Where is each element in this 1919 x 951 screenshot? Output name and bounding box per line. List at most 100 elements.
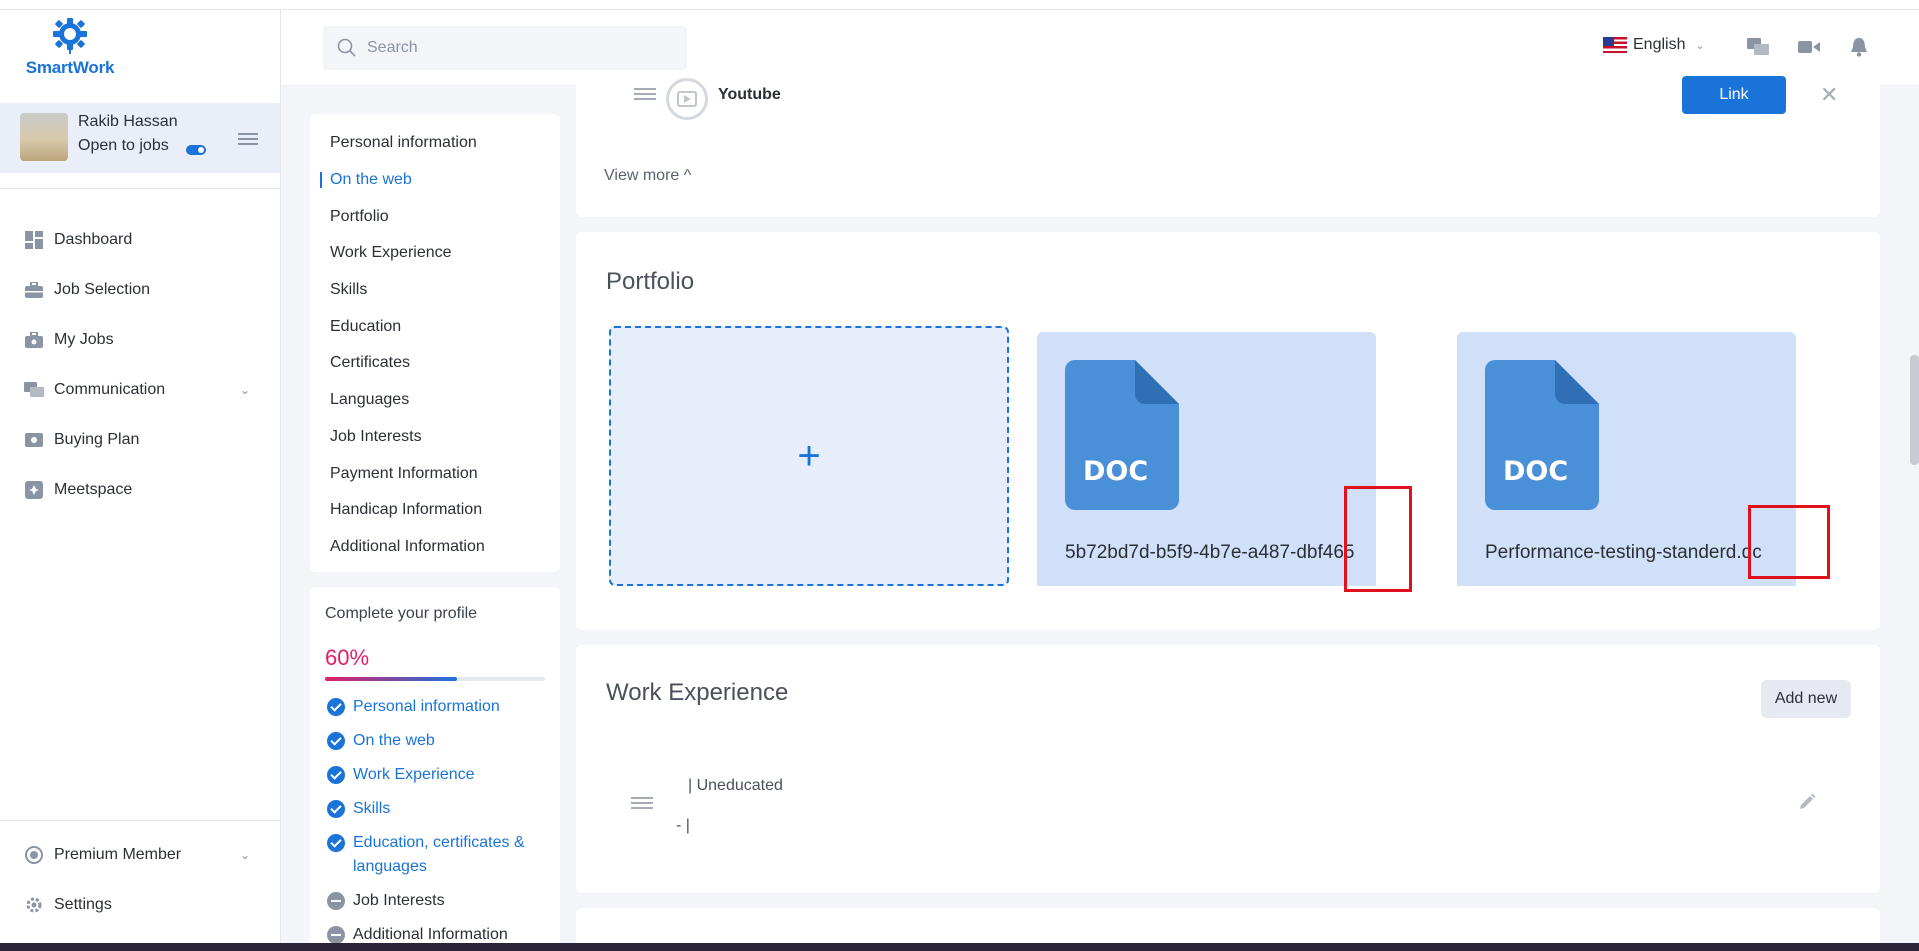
drag-handle-icon[interactable] [631,797,653,811]
avatar[interactable] [20,113,68,161]
sidebar-item-label: Dashboard [54,231,133,248]
sidebar-item-job-selection[interactable]: Job Selection [0,265,280,315]
user-name: Rakib Hassan [78,113,178,130]
section-link-handicap-information[interactable]: Handicap Information [310,492,560,529]
language-label: English [1633,36,1686,53]
completion-item-label: Personal information [353,698,500,715]
completion-item-label: Skills [353,800,391,817]
profile-completion-card: Complete your profile 60% Personal infor… [310,587,560,951]
section-link-additional-information[interactable]: Additional Information [310,529,560,566]
language-selector[interactable]: English ⌄ [1603,36,1705,54]
portfolio-file-name: Performance-testing-standerd.dc [1485,542,1762,563]
section-link-job-interests[interactable]: Job Interests [310,419,560,456]
briefcase-icon [24,281,44,299]
section-link-personal-information[interactable]: Personal information [310,125,560,162]
bell-icon[interactable] [1847,36,1871,58]
sidebar-item-label: Communication [54,381,166,398]
check-circle-icon [327,834,345,852]
profile-progress-fill [325,677,457,681]
top-border [0,0,1919,10]
top-header: English ⌄ [281,10,1919,86]
divider [0,820,280,821]
doc-type-label: DOC [1083,456,1148,487]
chevron-down-icon[interactable]: ⌄ [240,383,250,397]
plus-icon: + [797,433,821,478]
profile-progress-bar [325,677,545,681]
completion-item-skills[interactable]: Skills [325,797,545,821]
link-button[interactable]: Link [1682,76,1786,114]
check-circle-icon [327,766,345,784]
add-portfolio-tile[interactable]: + [609,326,1009,586]
close-icon[interactable]: ✕ [1820,82,1838,108]
completion-item-personal-information[interactable]: Personal information [325,695,545,719]
drag-handle-icon[interactable] [634,88,656,102]
completion-item-on-the-web[interactable]: On the web [325,729,545,753]
search-box[interactable] [323,26,687,70]
sidebar-item-label: My Jobs [54,331,114,348]
search-input[interactable] [367,39,667,57]
add-new-button[interactable]: Add new [1761,680,1851,718]
page-scrollbar[interactable] [1910,355,1919,465]
section-link-education[interactable]: Education [310,308,560,345]
completion-item-label: On the web [353,732,435,749]
section-link-portfolio[interactable]: Portfolio [310,198,560,235]
sidebar-item-label: Job Selection [54,281,151,298]
section-link-on-the-web[interactable]: On the web [310,162,560,199]
taskbar-strip [0,943,1919,951]
menu-icon[interactable] [238,133,258,145]
pencil-edit-icon[interactable] [1798,793,1816,816]
highlight-box [1748,505,1830,579]
gear-icon [24,896,44,914]
us-flag-icon [1603,37,1627,53]
section-link-work-experience[interactable]: Work Experience [310,235,560,272]
logo-text: SmartWork [25,58,115,77]
on-the-web-panel: Youtube Link ✕ View more ^ [576,76,1880,217]
completion-item-job-interests[interactable]: Job Interests [325,889,545,913]
sidebar-item-label: Meetspace [54,481,133,498]
sidebar-item-buying-plan[interactable]: Buying Plan [0,415,280,465]
meetspace-icon [24,481,44,499]
work-experience-title: Work Experience [606,679,789,706]
completion-item-work-experience[interactable]: Work Experience [325,763,545,787]
chevron-down-icon[interactable]: ⌄ [240,848,250,862]
sidebar-item-label: Settings [54,896,112,913]
sidebar-item-meetspace[interactable]: Meetspace [0,465,280,515]
sidebar-item-premium-member[interactable]: Premium Member ⌄ [0,830,280,880]
search-icon [337,38,356,57]
sidebar-item-settings[interactable]: Settings [0,880,280,930]
sidebar-item-dashboard[interactable]: Dashboard [0,215,280,265]
portfolio-file-name: 5b72bd7d-b5f9-4b7e-a487-dbf465 [1065,542,1355,563]
sidebar: SmartWork Rakib Hassan Open to jobs Dash… [0,10,281,943]
messages-icon[interactable] [1746,36,1770,58]
section-link-payment-information[interactable]: Payment Information [310,455,560,492]
doc-file-icon: DOC [1065,360,1179,510]
section-link-certificates[interactable]: Certificates [310,345,560,382]
portfolio-file-tile[interactable]: DOC Performance-testing-standerd.dc [1457,332,1796,586]
check-circle-icon [327,732,345,750]
highlight-box [1344,486,1412,592]
logo[interactable]: SmartWork [18,16,122,82]
minus-circle-icon [327,926,345,944]
video-call-icon[interactable] [1797,36,1821,58]
sidebar-item-my-jobs[interactable]: My Jobs [0,315,280,365]
user-card[interactable]: Rakib Hassan Open to jobs [0,103,280,173]
sidebar-item-communication[interactable]: Communication ⌄ [0,365,280,415]
doc-file-icon: DOC [1485,360,1599,510]
divider [0,188,280,189]
portfolio-title: Portfolio [606,268,695,295]
completion-item-label: Education, certificates & languages [353,834,525,875]
gear-logo-icon [53,18,87,54]
open-to-jobs-toggle[interactable] [186,145,206,155]
completion-item-label: Job Interests [353,892,445,909]
portfolio-file-tile[interactable]: DOC 5b72bd7d-b5f9-4b7e-a487-dbf465 [1037,332,1376,586]
section-link-skills[interactable]: Skills [310,272,560,309]
work-entry-dates: - | [676,817,690,834]
work-experience-panel: Work Experience Add new | Uneducated - | [576,645,1880,893]
completion-item-education[interactable]: Education, certificates & languages [325,831,545,879]
social-label-youtube: Youtube [718,86,781,103]
sidebar-nav: Dashboard Job Selection My Jobs Communic… [0,215,280,515]
doc-type-label: DOC [1503,456,1568,487]
view-more-link[interactable]: View more ^ [604,167,691,185]
portfolio-panel: Portfolio + DOC 5b72bd7d-b5f9-4b7e-a487-… [576,232,1880,630]
section-link-languages[interactable]: Languages [310,382,560,419]
